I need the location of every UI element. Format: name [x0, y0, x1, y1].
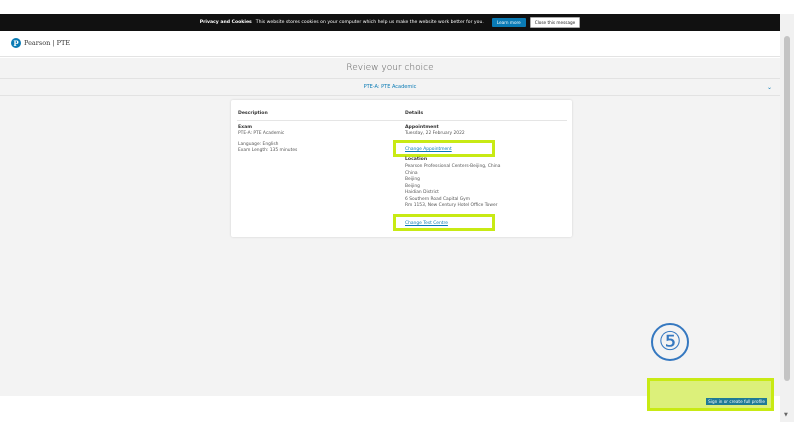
step-number: ⑤: [658, 327, 682, 357]
learn-more-button[interactable]: Learn more: [491, 18, 526, 27]
logo-text: Pearson | PTE: [24, 39, 71, 47]
cookie-title: Privacy and Cookies: [199, 20, 252, 25]
close-cookie-button[interactable]: Close this message: [529, 17, 581, 28]
location-line: Beijing: [405, 183, 420, 189]
scrollbar-thumb[interactable]: [784, 36, 790, 381]
scroll-down-arrow-icon[interactable]: ▼: [784, 412, 788, 418]
location-line: Haidian District: [405, 190, 439, 195]
cookie-message: This website stores cookies on your comp…: [255, 20, 484, 25]
pearson-logo-icon: P: [11, 38, 21, 48]
location-line: China: [405, 170, 418, 176]
details-heading: Details: [405, 111, 424, 116]
chevron-down-icon[interactable]: ⌄: [767, 84, 772, 91]
appointment-value: Tuesday, 22 February 2022: [405, 131, 465, 136]
page: Privacy and Cookies This website stores …: [0, 0, 794, 422]
change-appointment-link[interactable]: Change Appointment: [405, 147, 452, 152]
change-test-centre-link[interactable]: Change Test Centre: [405, 221, 448, 226]
cookie-banner: Privacy and Cookies This website stores …: [0, 14, 780, 31]
location-line: Pearson Professional Centers-Beijing, Ch…: [405, 164, 501, 169]
exam-length-text: Exam Length: 135 minutes: [238, 148, 298, 153]
review-card: Description Details Exam PTE-A: PTE Acad…: [231, 100, 572, 237]
location-line: Beijing: [405, 177, 420, 182]
exam-label: Exam: [238, 125, 252, 130]
scrollbar[interactable]: ▼: [780, 14, 794, 422]
signin-highlight: Sign in or create full profile: [647, 378, 774, 411]
appointment-label: Appointment: [405, 125, 439, 130]
exam-selector-label: PTE-A: PTE Academic: [363, 84, 417, 90]
site-header: P Pearson | PTE: [0, 31, 780, 57]
pearson-logo[interactable]: P Pearson | PTE: [11, 38, 70, 48]
description-heading: Description: [238, 111, 268, 116]
exam-selector[interactable]: PTE-A: PTE Academic ⌄: [0, 78, 780, 96]
exam-value: PTE-A: PTE Academic: [238, 131, 285, 136]
page-title: Review your choice: [346, 63, 434, 73]
location-line: 6 Southern Road Capital Gym: [405, 196, 471, 202]
location-label: Location: [405, 157, 428, 162]
divider: [237, 120, 567, 121]
location-line: Rm 1153, New Century Hotel Office Tower: [405, 203, 498, 208]
step-number-badge: ⑤: [651, 323, 689, 361]
signin-button[interactable]: Sign in or create full profile: [706, 398, 767, 405]
